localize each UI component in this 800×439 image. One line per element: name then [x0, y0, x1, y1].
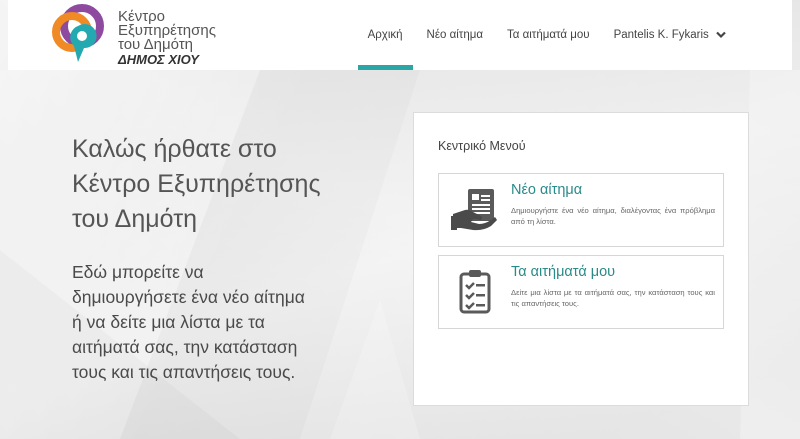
nav-home[interactable]: Αρχική [357, 0, 413, 70]
welcome-subtitle: Εδώ μπορείτε να δημιουργήσετε ένα νέο αί… [72, 260, 392, 385]
new-request-card[interactable]: Νέο αίτημα Δημιουργήστε ένα νέο αίτημα, … [438, 173, 724, 247]
logo-text: Κέντρο Εξυπηρέτησης του Δημότη ΔΗΜΟΣ ΧΙΟ… [118, 9, 278, 67]
main-menu-title: Κεντρικό Μενού [438, 139, 526, 153]
welcome-heading: Καλώς ήρθατε στο Κέντρο Εξυπηρέτησης του… [72, 132, 392, 237]
nav-my-requests[interactable]: Τα αιτήματά μου [497, 0, 600, 70]
nav-home-label: Αρχική [367, 29, 403, 41]
new-request-card-description: Δημιουργήστε ένα νέο αίτημα, διαλέγοντας… [511, 206, 715, 226]
top-header: Κέντρο Εξυπηρέτησης του Δημότη ΔΗΜΟΣ ΧΙΟ… [8, 0, 792, 70]
logo-mark-icon [52, 4, 104, 63]
my-requests-card-title: Τα αιτήματά μου [511, 264, 616, 280]
welcome-line-1: Καλώς ήρθατε στο [72, 135, 277, 163]
subtitle-line-4: αιτήματά σας, την κατάσταση [72, 337, 298, 357]
subtitle-line-5: τους και τις απαντήσεις τους. [72, 362, 296, 382]
nav-new-request[interactable]: Νέο αίτημα [417, 0, 493, 70]
main-nav: Αρχική Νέο αίτημα Τα αιτήματά μου Pantel… [354, 0, 736, 70]
nav-user-menu[interactable]: Pantelis K. Fykaris [604, 0, 736, 70]
nav-new-request-label: Νέο αίτημα [426, 29, 483, 41]
document-hand-icon [451, 189, 497, 231]
site-logo[interactable]: Κέντρο Εξυπηρέτησης του Δημότη ΔΗΜΟΣ ΧΙΟ… [50, 4, 250, 67]
subtitle-line-2: δημιουργήσετε ένα νέο αίτημα [72, 287, 305, 307]
user-name: Pantelis K. Fykaris [613, 29, 709, 41]
chevron-down-icon [716, 31, 726, 39]
logo-line-3: του Δημότη [118, 36, 193, 53]
subtitle-line-1: Εδώ μπορείτε να [72, 262, 204, 282]
main-menu-panel: Κεντρικό Μενού Νέο αίτημα Δημιουργήστε έ… [413, 112, 749, 406]
my-requests-card-description: Δείτε μια λίστα με τα αιτήματά σας, την … [511, 288, 715, 308]
clipboard-checklist-icon [459, 270, 491, 314]
new-request-card-title: Νέο αίτημα [511, 182, 583, 198]
subtitle-line-3: ή να δείτε μια λίστα με τα [72, 312, 265, 332]
logo-city: ΔΗΜΟΣ ΧΙΟΥ [118, 52, 199, 67]
welcome-line-3: του Δημότη [72, 205, 197, 233]
my-requests-card[interactable]: Τα αιτήματά μου Δείτε μια λίστα με τα αι… [438, 255, 724, 329]
welcome-line-2: Κέντρο Εξυπηρέτησης [72, 170, 321, 198]
nav-my-requests-label: Τα αιτήματά μου [507, 29, 590, 41]
